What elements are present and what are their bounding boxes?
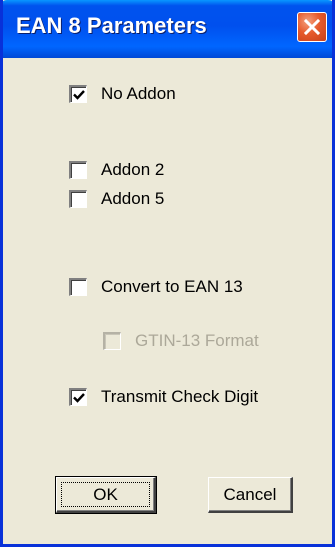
ok-button[interactable]: OK <box>55 476 157 514</box>
cancel-button[interactable]: Cancel <box>208 477 293 513</box>
checkbox-label: Convert to EAN 13 <box>101 277 243 296</box>
close-icon <box>303 18 321 36</box>
checkbox-convert-ean13[interactable]: Convert to EAN 13 <box>69 276 243 298</box>
checkbox-box[interactable] <box>69 190 87 208</box>
dialog-window: EAN 8 Parameters No Addon Addon 2 Addon … <box>0 0 335 547</box>
checkbox-label: Addon 2 <box>101 160 165 179</box>
checkbox-label: No Addon <box>101 84 176 103</box>
dialog-content: No Addon Addon 2 Addon 5 Convert to EAN … <box>3 58 332 544</box>
checkbox-box[interactable] <box>69 388 87 406</box>
dialog-title: EAN 8 Parameters <box>16 13 207 38</box>
cancel-button-label: Cancel <box>223 484 277 504</box>
checkbox-gtin13-format: GTIN-13 Format <box>103 330 259 352</box>
checkbox-label: GTIN-13 Format <box>135 331 259 350</box>
checkmark-icon <box>73 90 85 100</box>
close-button[interactable] <box>297 12 327 42</box>
focus-rect <box>61 482 150 507</box>
checkbox-label: Addon 5 <box>101 189 165 208</box>
checkbox-box[interactable] <box>69 278 87 296</box>
checkbox-box[interactable] <box>69 161 87 179</box>
checkbox-transmit-check-digit[interactable]: Transmit Check Digit <box>69 386 258 408</box>
checkbox-label: Transmit Check Digit <box>101 387 259 406</box>
checkbox-box <box>103 332 121 350</box>
checkbox-no-addon[interactable]: No Addon <box>69 83 176 105</box>
checkmark-icon <box>73 393 85 403</box>
checkbox-addon-2[interactable]: Addon 2 <box>69 159 164 181</box>
checkbox-addon-5[interactable]: Addon 5 <box>69 188 164 210</box>
title-bar[interactable]: EAN 8 Parameters <box>3 0 332 58</box>
checkbox-box[interactable] <box>69 85 87 103</box>
